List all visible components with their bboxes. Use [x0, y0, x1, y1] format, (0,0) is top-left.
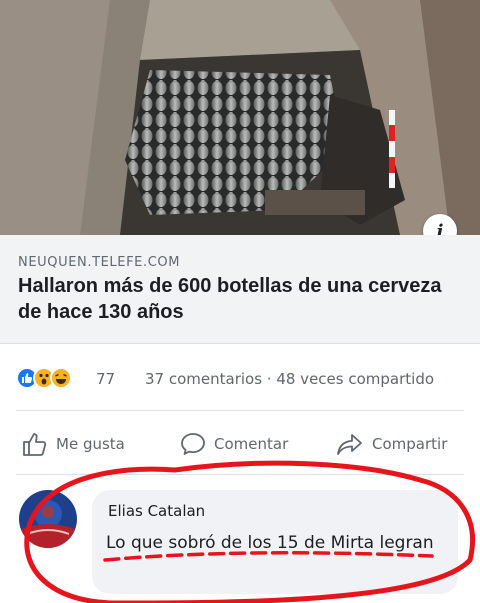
link-domain: NEUQUEN.TELEFE.COM	[18, 255, 181, 270]
share-button[interactable]: Compartir	[336, 424, 447, 464]
comments-divider	[16, 474, 464, 475]
reaction-count[interactable]: 77	[96, 370, 115, 388]
actions-divider	[16, 410, 464, 411]
avatar[interactable]	[19, 490, 77, 548]
share-arrow-icon	[337, 434, 362, 455]
haha-reaction-icon	[50, 367, 72, 389]
comment-label: Comentar	[214, 435, 289, 453]
comment-bubble-icon	[181, 433, 205, 455]
reactions-row: 77 37 comentarios · 48 veces compartido	[0, 356, 480, 400]
post-photo[interactable]	[0, 0, 480, 235]
avatar-image	[19, 490, 77, 548]
like-button[interactable]: Me gusta	[22, 424, 125, 464]
post-actions: Me gusta Comentar Compartir	[0, 424, 480, 464]
thumbs-up-icon	[23, 433, 47, 456]
link-preview[interactable]: NEUQUEN.TELEFE.COM Hallaron más de 600 b…	[0, 235, 480, 344]
like-label: Me gusta	[56, 435, 125, 453]
reaction-icons[interactable]	[16, 367, 72, 389]
comment-button[interactable]: Comentar	[180, 424, 288, 464]
comment-author[interactable]: Elias Catalan	[108, 502, 205, 520]
excavation-photo	[0, 0, 480, 235]
comment-text: Lo que sobró de los 15 de Mirta legran	[106, 533, 434, 553]
comments-shares-count[interactable]: 37 comentarios · 48 veces compartido	[145, 370, 434, 388]
comment-bubble[interactable]: Elias Catalan Lo que sobró de los 15 de …	[92, 490, 458, 594]
share-label: Compartir	[372, 435, 448, 453]
link-title[interactable]: Hallaron más de 600 botellas de una cerv…	[18, 273, 458, 325]
